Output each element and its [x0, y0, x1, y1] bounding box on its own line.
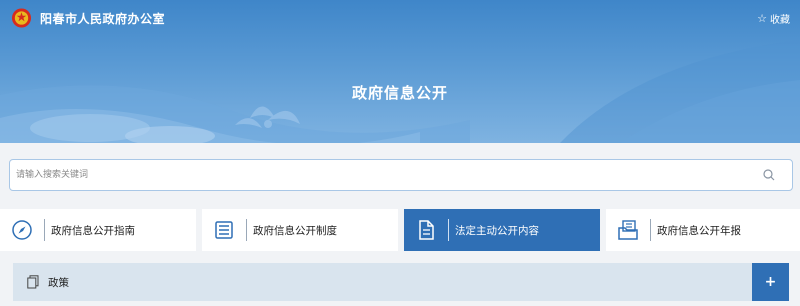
file-icon: [404, 209, 448, 251]
top-bar: 阳春市人民政府办公室 ☆ 收藏: [0, 0, 800, 36]
documents-icon: [27, 275, 39, 289]
search-bar: [9, 159, 793, 191]
site-name[interactable]: 阳春市人民政府办公室: [40, 10, 165, 27]
card-divider: [448, 219, 449, 241]
category-card-system[interactable]: 政府信息公开制度: [202, 209, 398, 251]
policy-section-header[interactable]: 政策 +: [13, 263, 789, 301]
category-cards: 政府信息公开指南 政府信息公开制度 法定主动公开内容 政府信息公开年报: [0, 209, 800, 251]
star-icon: ☆: [757, 12, 767, 25]
category-label: 政府信息公开指南: [51, 224, 135, 237]
folder-report-icon: [606, 209, 650, 251]
compass-icon: [0, 209, 44, 251]
policy-label: 政策: [48, 277, 69, 289]
card-divider: [650, 219, 651, 241]
document-list-icon: [202, 209, 246, 251]
card-divider: [44, 219, 45, 241]
page-title: 政府信息公开: [351, 84, 448, 102]
category-label: 法定主动公开内容: [455, 224, 539, 237]
category-card-statutory[interactable]: 法定主动公开内容: [404, 209, 600, 251]
favorite-button[interactable]: ☆ 收藏: [757, 11, 790, 26]
national-emblem-icon: [11, 8, 32, 28]
category-label: 政府信息公开制度: [253, 224, 337, 237]
category-card-annual-report[interactable]: 政府信息公开年报: [606, 209, 800, 251]
card-divider: [246, 219, 247, 241]
expand-button[interactable]: +: [752, 263, 789, 301]
category-card-guide[interactable]: 政府信息公开指南: [0, 209, 196, 251]
search-icon[interactable]: [762, 168, 776, 182]
favorite-label: 收藏: [770, 15, 790, 26]
category-label: 政府信息公开年报: [657, 224, 741, 237]
search-input[interactable]: [10, 160, 750, 190]
header-banner: 阳春市人民政府办公室 ☆ 收藏 政府信息公开: [0, 0, 800, 143]
